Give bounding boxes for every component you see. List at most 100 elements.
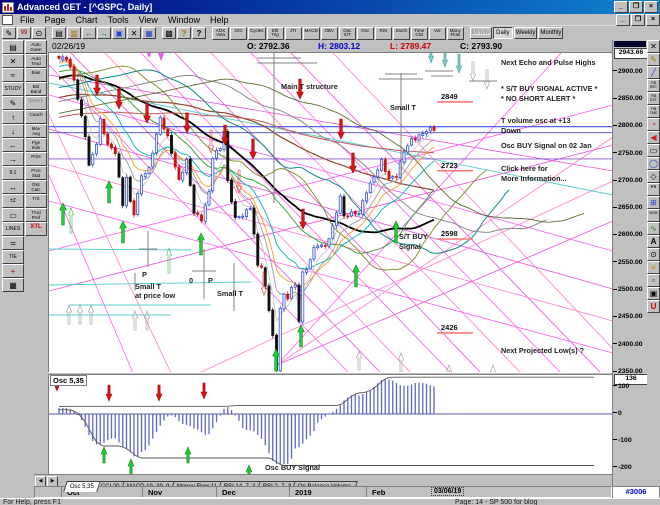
page-index-button[interactable]: Pge Indx	[25, 138, 47, 152]
menu-chart[interactable]: Chart	[71, 15, 103, 25]
ratio-button[interactable]: 9:1	[2, 166, 24, 180]
open-chart-button[interactable]: ▤	[2, 40, 24, 54]
menu-page[interactable]: Page	[40, 15, 71, 25]
rectangle-tool-icon[interactable]: ▭	[647, 144, 660, 157]
child-close-button[interactable]: ×	[646, 13, 660, 26]
study-button-jti[interactable]: JTI	[284, 26, 302, 40]
time-axis-strip[interactable]: Oct Nov Dec 2019 Feb 03/06/19	[34, 486, 612, 498]
pencil-icon[interactable]: ✎	[647, 53, 660, 66]
fib-retracement-button[interactable]: FIB RET	[647, 79, 660, 92]
grid-icon[interactable]: ⊞	[647, 196, 660, 209]
period-monthly[interactable]: Monthly	[538, 27, 564, 39]
lines-button[interactable]: LINES	[2, 222, 24, 236]
menu-tools[interactable]: Tools	[103, 15, 134, 25]
osc-calc-button[interactable]: Osc Calc	[25, 180, 47, 194]
bias-button[interactable]: Bias	[25, 68, 47, 82]
moving-average-button[interactable]: Mov Avg	[25, 124, 47, 138]
minimize-button[interactable]: _	[614, 1, 628, 13]
study-button-vol[interactable]: Vol	[428, 26, 446, 40]
fib-time-button[interactable]: FIB TME	[647, 105, 660, 118]
demark-button[interactable]: DeMrk	[25, 96, 47, 110]
fib-extension-button[interactable]: FIB EXT	[647, 92, 660, 105]
period-minute[interactable]: Minute	[469, 27, 492, 39]
crosshair-button[interactable]: +	[2, 264, 24, 278]
close-button[interactable]: ×	[644, 1, 658, 13]
title-bar[interactable]: Advanced GET - [^GSPC, Daily] _ ❐ ×	[0, 0, 660, 14]
price-stat-button[interactable]: Prce Stat	[25, 166, 47, 180]
gann-lines-button[interactable]: ≍	[2, 236, 24, 250]
tie-button[interactable]: TIE	[2, 250, 24, 264]
xtl-button[interactable]: XTL	[25, 222, 47, 236]
scroll-down-button[interactable]: ↓	[2, 124, 24, 138]
scroll-right-button[interactable]: →	[2, 152, 24, 166]
menu-view[interactable]: View	[134, 15, 163, 25]
mob-button[interactable]: MOB	[647, 209, 660, 222]
wave-icon[interactable]: ∿	[647, 222, 660, 235]
page-back-icon[interactable]: ←	[82, 27, 96, 39]
copy-icon[interactable]: ▣	[112, 27, 126, 39]
menu-help[interactable]: Help	[205, 15, 234, 25]
pti-button[interactable]: PTI	[647, 183, 660, 196]
quotes-icon[interactable]: 99	[17, 27, 31, 39]
time-study-button[interactable]: T/S	[25, 194, 47, 208]
ellipse-tool-icon[interactable]: ◯	[647, 157, 660, 170]
delete-icon[interactable]: ✕	[127, 27, 141, 39]
auto-gann-button[interactable]: Auto Gann	[25, 40, 47, 54]
menu-file[interactable]: File	[15, 15, 40, 25]
copy-page-icon[interactable]: ▣	[647, 287, 660, 300]
study-button-oci[interactable]: OCI	[230, 26, 247, 40]
scroll-left-button[interactable]: ←	[2, 138, 24, 152]
expand-button[interactable]: ↔	[2, 180, 24, 194]
help-icon[interactable]: ?	[177, 27, 191, 39]
study-button-mony-flow[interactable]: Mony Flow	[446, 26, 464, 40]
coach-button[interactable]: Coach	[25, 110, 47, 124]
gann-box-icon[interactable]: ◇	[647, 170, 660, 183]
marquee-icon[interactable]: ▫	[647, 274, 660, 287]
menu-window[interactable]: Window	[163, 15, 205, 25]
study-button-osc[interactable]: Osc	[356, 26, 374, 40]
gann-circle-icon[interactable]: ◔	[647, 118, 660, 131]
study-button-time-clst[interactable]: Time Clst	[410, 26, 428, 40]
pointer-arrow-icon[interactable]: ◀	[647, 131, 660, 144]
refresh-button[interactable]: ≈	[2, 68, 24, 82]
page-forward-icon[interactable]: →	[97, 27, 111, 39]
text-tool-icon[interactable]: A	[647, 235, 660, 248]
study-button-stoch[interactable]: Stoch	[392, 26, 410, 40]
print-chart-button[interactable]: ▦	[2, 278, 24, 292]
restore-button[interactable]: ❐	[629, 1, 643, 13]
tab-osc-5-35[interactable]: Osc 5,35	[63, 481, 102, 492]
study-button-rsi[interactable]: RSI	[374, 26, 392, 40]
trend-profile-button[interactable]: Trnd Prof	[25, 208, 47, 222]
close-tool-icon[interactable]: ✕	[647, 40, 660, 53]
delete-study-button[interactable]: ✕	[2, 54, 24, 68]
underline-icon[interactable]: U	[647, 300, 660, 313]
price-chart-panel[interactable]: 2849 2723 2598 2426 Main T structure Small T P…	[48, 52, 613, 373]
study-button-obv[interactable]: OBV	[320, 26, 338, 40]
study-button-macd[interactable]: MACD	[302, 26, 320, 40]
study-button-cycles[interactable]: Cycles	[248, 26, 266, 40]
window-button[interactable]: ▭	[2, 208, 24, 222]
projection-date-marker[interactable]: 03/06/19	[431, 487, 465, 496]
chart-document-icon[interactable]	[2, 14, 13, 25]
new-chart-icon[interactable]: ▤	[52, 27, 66, 39]
draw-button[interactable]: ✎	[2, 96, 24, 110]
print-icon[interactable]: ▩	[162, 27, 176, 39]
pointer-tool-icon[interactable]: ✎	[2, 27, 16, 39]
context-help-icon[interactable]: ?	[192, 27, 206, 39]
child-minimize-button[interactable]: _	[616, 13, 630, 26]
oscillator-canvas[interactable]: Osc BUY Signal	[49, 375, 613, 475]
period-weekly[interactable]: Weekly	[513, 27, 538, 39]
oscillator-panel[interactable]: Osc BUY Signal	[48, 374, 613, 475]
study-button-osc-s-t[interactable]: Osc S/T	[338, 26, 356, 40]
scroll-up-button[interactable]: ↑	[2, 110, 24, 124]
auto-trend-button[interactable]: Auto Trnd	[25, 54, 47, 68]
chart-window-icon[interactable]: ▦	[142, 27, 156, 39]
price-chart-canvas[interactable]: 2849 2723 2598 2426 Main T structure Small T P…	[49, 53, 613, 373]
bollinger-button[interactable]: Bol Band	[25, 82, 47, 96]
study-button-ellt-trig[interactable]: Ellt Trig	[266, 26, 284, 40]
trendline-icon[interactable]: ╱	[647, 66, 660, 79]
zoom-tool-icon[interactable]: ⊙	[647, 248, 660, 261]
study-button-adx-vola[interactable]: ADX Vola	[212, 26, 229, 40]
study-button[interactable]: STUDY	[2, 82, 24, 96]
child-restore-button[interactable]: ❐	[631, 13, 645, 26]
